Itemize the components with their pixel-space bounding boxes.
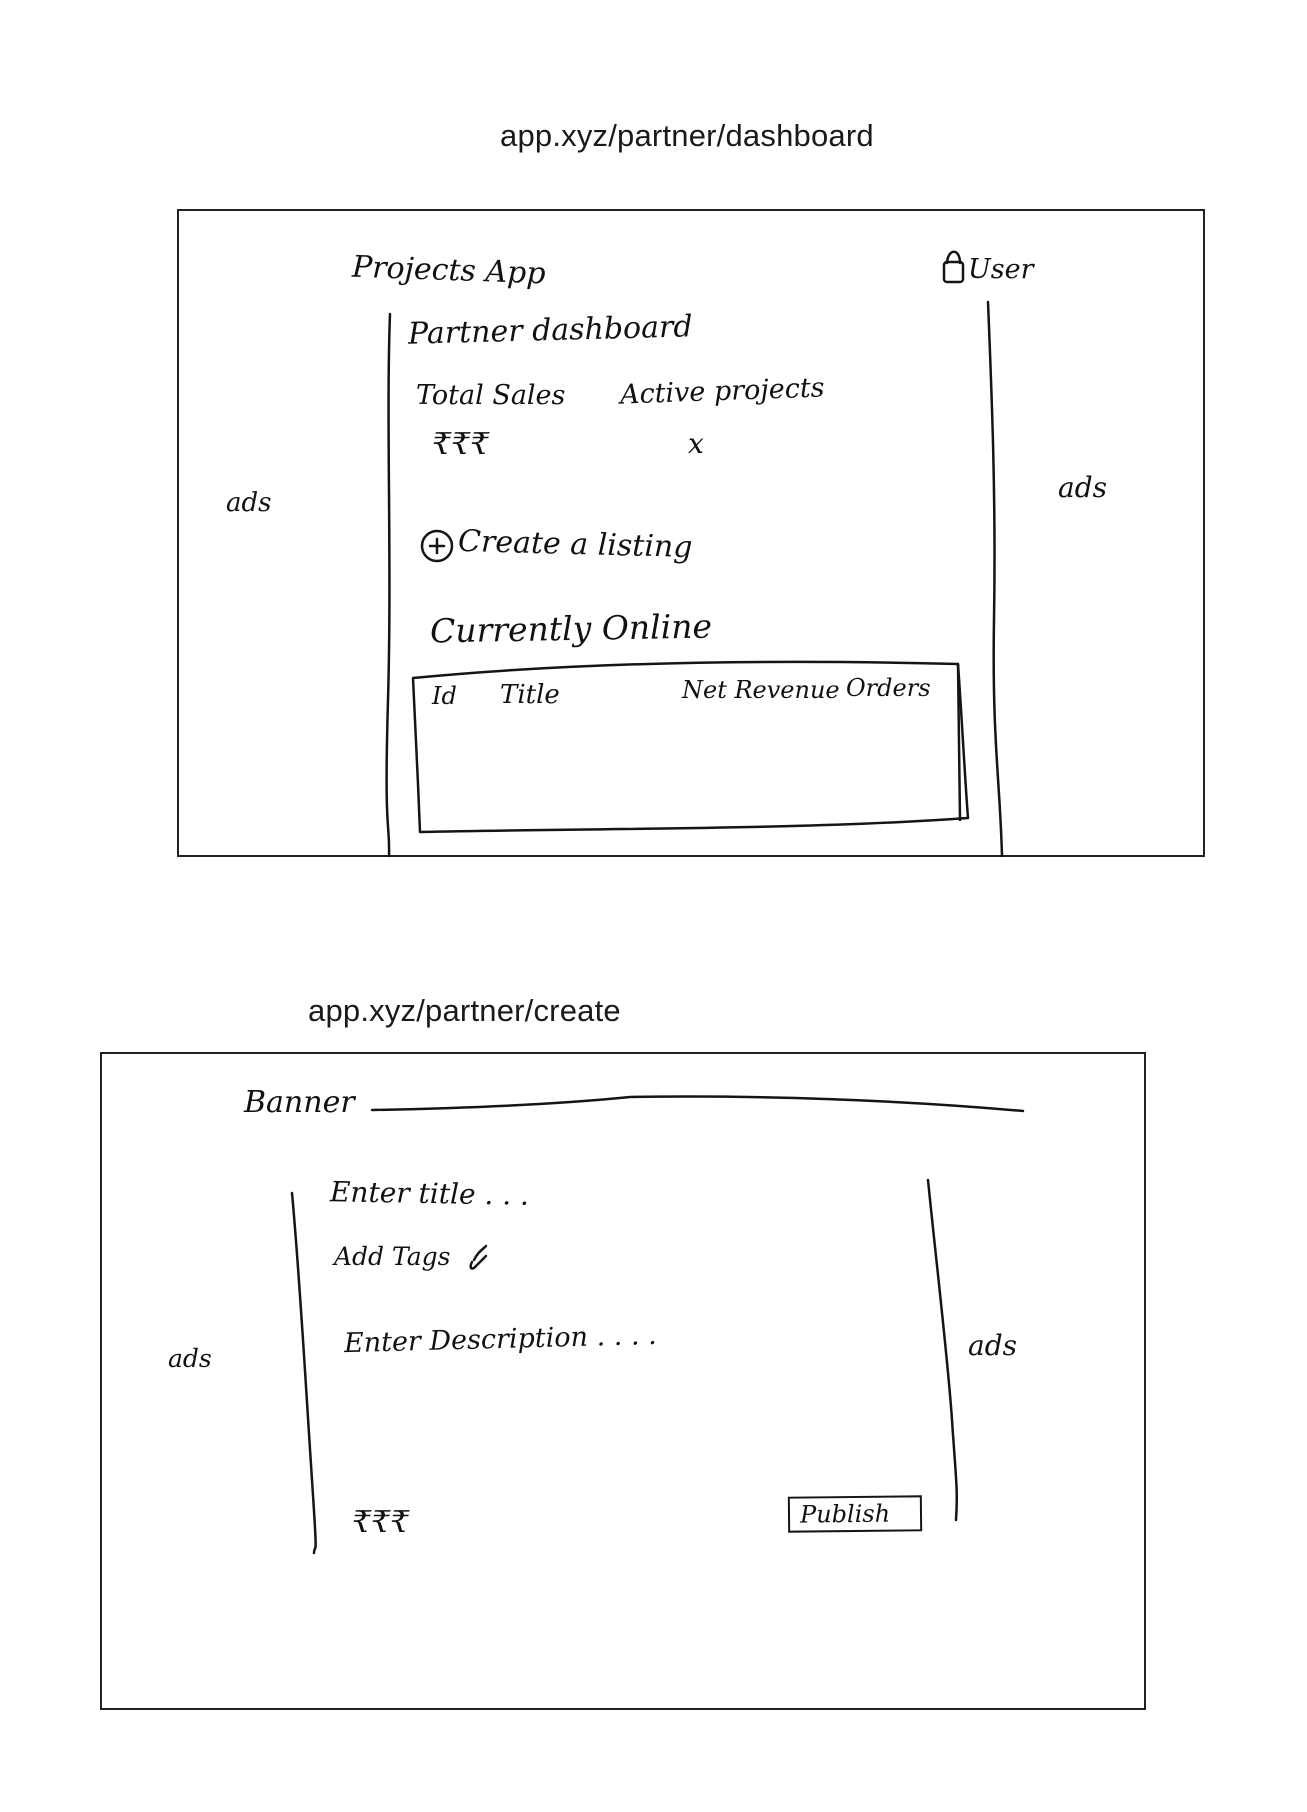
publish-button[interactable]: Publish — [787, 1495, 923, 1533]
left-ad-create: ads — [168, 1344, 212, 1373]
title-input[interactable]: Enter title . . . — [330, 1175, 530, 1211]
add-tags-button[interactable]: Add Tags — [330, 1238, 490, 1278]
create-column-left-border — [290, 1191, 317, 1555]
banner-line — [370, 1095, 1025, 1113]
price-value: ₹₹₹ — [352, 1505, 410, 1540]
add-tags-label: Add Tags — [334, 1242, 451, 1271]
right-ad-create: ads — [968, 1329, 1017, 1362]
create-column-right-border — [926, 1178, 959, 1522]
create-sketch-lines — [290, 1095, 1025, 1555]
banner-label: Banner — [244, 1085, 355, 1120]
description-input[interactable]: Enter Description . . . . — [344, 1320, 657, 1359]
